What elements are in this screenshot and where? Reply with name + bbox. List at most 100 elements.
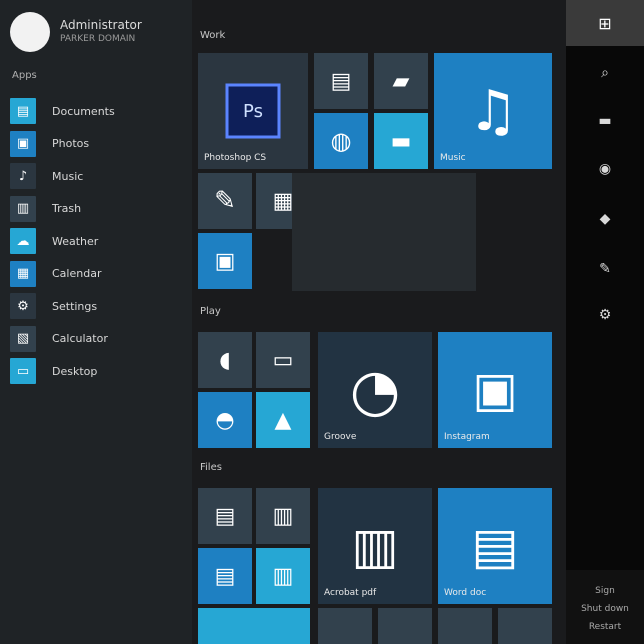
- tile-label: Acrobat pdf: [324, 588, 377, 598]
- file-icon: ▤: [214, 503, 236, 529]
- tile-label: Groove: [324, 432, 357, 442]
- app-label: Trash: [52, 202, 82, 216]
- start-screen: Administrator PARKER DOMAIN Apps ▤ Docum…: [0, 0, 644, 644]
- app-item-documents[interactable]: ▤ Documents: [10, 95, 190, 128]
- app-label: Calendar: [52, 267, 102, 281]
- calculator-icon: ▧: [10, 325, 36, 352]
- app-label: Documents: [52, 104, 115, 118]
- tile-mic[interactable]: ◖: [198, 332, 252, 388]
- app-label: Settings: [52, 299, 98, 313]
- tile-file-2[interactable]: ▥: [256, 488, 310, 544]
- app-item-trash[interactable]: ▥ Trash: [10, 193, 190, 226]
- tile-music[interactable]: ♫ Music: [434, 53, 552, 169]
- settings-icon: ⚙: [10, 293, 36, 320]
- keyboard-icon: ▦: [272, 188, 294, 214]
- tile-pictures[interactable]: ▣: [198, 233, 252, 289]
- start-button[interactable]: ⊞: [566, 0, 644, 46]
- group-label-play: Play: [200, 306, 221, 317]
- tile-misc-4[interactable]: [498, 608, 552, 644]
- user-name: Administrator: [60, 18, 142, 32]
- documents-icon: ▤: [10, 98, 36, 125]
- left-panel: Administrator PARKER DOMAIN Apps ▤ Docum…: [0, 0, 192, 644]
- app-item-weather[interactable]: ☁ Weather: [10, 225, 190, 258]
- group-label-work: Work: [200, 30, 226, 41]
- tile-browser[interactable]: ◍: [314, 113, 368, 169]
- tile-video[interactable]: ▬: [374, 113, 428, 169]
- wrench-icon[interactable]: ✎: [566, 254, 644, 284]
- power-line-3[interactable]: Restart: [566, 622, 644, 632]
- photos-icon: ▣: [10, 130, 36, 157]
- tile-misc-3[interactable]: [438, 608, 492, 644]
- app-label: Photos: [52, 137, 90, 151]
- word-doc-icon: ▤: [471, 517, 519, 575]
- tile-label: Instagram: [444, 432, 490, 442]
- video-icon: ▬: [390, 128, 412, 154]
- document-icon: ▥: [272, 563, 294, 589]
- photoshop-icon: Ps: [225, 83, 281, 139]
- right-bar: ⊞ ⌕ ▬ ◉ ◆ ✎ ⚙ Sign Shut down Restart: [566, 0, 644, 644]
- brush-icon: ✎: [214, 186, 236, 216]
- app-list: ▤ Documents ▣ Photos ♪ Music ▥ Trash ☁ W…: [10, 95, 190, 388]
- music-note-icon: ♫: [467, 78, 519, 144]
- image-icon: ▣: [214, 248, 236, 274]
- tile-label: Word doc: [444, 588, 487, 598]
- tile-people[interactable]: ▲: [256, 392, 310, 448]
- groove-icon: ◔: [349, 356, 401, 424]
- tiles-area: Work Play Files Ps Photoshop CS ▤ ▰ ◍ ▬ …: [192, 0, 566, 644]
- tile-label: Photoshop CS: [204, 153, 267, 163]
- user-subtitle: PARKER DOMAIN: [60, 34, 136, 44]
- tile-misc-2[interactable]: [378, 608, 432, 644]
- document-icon: ▥: [272, 503, 294, 529]
- app-item-settings[interactable]: ⚙ Settings: [10, 290, 190, 323]
- app-item-photos[interactable]: ▣ Photos: [10, 128, 190, 161]
- tile-folder[interactable]: [198, 608, 310, 644]
- tile-mail[interactable]: ▤: [314, 53, 368, 109]
- power-line-1[interactable]: Sign: [566, 586, 644, 596]
- tv-icon: ▭: [272, 347, 294, 373]
- globe-icon[interactable]: ◉: [566, 154, 644, 184]
- tile-file-3[interactable]: ▤: [198, 548, 252, 604]
- globe-icon: ◍: [330, 127, 352, 155]
- avatar[interactable]: [10, 12, 50, 52]
- app-item-music[interactable]: ♪ Music: [10, 160, 190, 193]
- app-item-calendar[interactable]: ▦ Calendar: [10, 258, 190, 291]
- app-label: Weather: [52, 234, 99, 248]
- weather-icon: ☁: [10, 228, 36, 255]
- tile-store[interactable]: ▰: [374, 53, 428, 109]
- tile-file-1[interactable]: ▤: [198, 488, 252, 544]
- power-line-2[interactable]: Shut down: [566, 604, 644, 614]
- pdf-icon: ▥: [351, 517, 399, 575]
- tile-tv[interactable]: ▭: [256, 332, 310, 388]
- tile-paint[interactable]: ✎: [198, 173, 252, 229]
- tile-file-4[interactable]: ▥: [256, 548, 310, 604]
- tile-misc-1[interactable]: [318, 608, 372, 644]
- app-item-desktop[interactable]: ▭ Desktop: [10, 355, 190, 388]
- chat-icon[interactable]: ◆: [566, 204, 644, 234]
- store-icon: ▰: [392, 68, 410, 94]
- gear-icon[interactable]: ⚙: [566, 300, 644, 330]
- power-panel: Sign Shut down Restart: [566, 570, 644, 644]
- document-icon: ▤: [214, 563, 236, 589]
- apps-section-label: Apps: [12, 70, 37, 81]
- tile-acrobat[interactable]: ▥ Acrobat pdf: [318, 488, 432, 604]
- folder-icon[interactable]: ▬: [566, 106, 644, 136]
- car-icon: ◓: [215, 407, 235, 433]
- tile-word[interactable]: ▤ Word doc: [438, 488, 552, 604]
- search-icon[interactable]: ⌕: [566, 58, 644, 88]
- tile-games[interactable]: ◓: [198, 392, 252, 448]
- windows-icon: ⊞: [598, 13, 612, 33]
- microphone-icon: ◖: [219, 347, 231, 373]
- calendar-icon: ▦: [10, 260, 36, 287]
- tile-label: Music: [440, 153, 466, 163]
- user-profile[interactable]: Administrator PARKER DOMAIN: [10, 12, 190, 54]
- tile-photoshop[interactable]: Ps Photoshop CS: [198, 53, 308, 169]
- trash-icon: ▥: [10, 195, 36, 222]
- app-label: Calculator: [52, 332, 108, 346]
- app-item-calculator[interactable]: ▧ Calculator: [10, 323, 190, 356]
- music-icon: ♪: [10, 163, 36, 190]
- app-label: Music: [52, 169, 84, 183]
- tile-instagram[interactable]: ▣ Instagram: [438, 332, 552, 448]
- tile-groove[interactable]: ◔ Groove: [318, 332, 432, 448]
- mail-icon: ▤: [330, 68, 352, 94]
- camera-icon: ▣: [472, 362, 518, 418]
